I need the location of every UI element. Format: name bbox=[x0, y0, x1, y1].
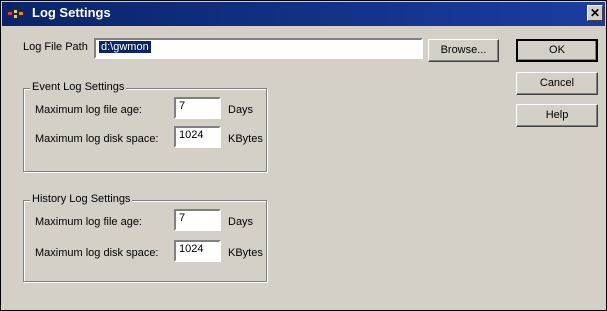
history-max-age-input[interactable]: 7 bbox=[174, 209, 221, 231]
log-file-path-label: Log File Path bbox=[23, 41, 88, 53]
window-title: Log Settings bbox=[32, 5, 111, 20]
event-max-space-label: Maximum log disk space: bbox=[35, 133, 159, 145]
event-max-age-label: Maximum log file age: bbox=[35, 104, 142, 116]
help-button[interactable]: Help bbox=[516, 104, 598, 127]
event-max-space-input[interactable]: 1024 bbox=[174, 126, 221, 148]
history-max-space-label: Maximum log disk space: bbox=[35, 247, 159, 259]
event-max-age-input[interactable]: 7 bbox=[174, 97, 221, 119]
history-log-settings-title: History Log Settings bbox=[30, 193, 133, 205]
app-icon bbox=[8, 10, 23, 18]
title-bar[interactable]: Log Settings ✕ bbox=[2, 2, 605, 26]
event-log-settings-title: Event Log Settings bbox=[30, 81, 127, 93]
browse-button[interactable]: Browse... bbox=[428, 39, 499, 62]
log-file-path-value: d:\gwmon bbox=[99, 41, 151, 53]
history-max-space-unit: KBytes bbox=[228, 247, 263, 259]
event-max-age-unit: Days bbox=[228, 104, 254, 116]
log-settings-dialog: Log Settings ✕ Log File Path d:\gwmon Br… bbox=[0, 0, 607, 311]
log-file-path-input[interactable]: d:\gwmon bbox=[94, 38, 423, 59]
event-max-space-unit: KBytes bbox=[228, 133, 263, 145]
history-log-settings-group: History Log Settings bbox=[23, 193, 267, 282]
close-icon[interactable]: ✕ bbox=[587, 5, 603, 21]
ok-button[interactable]: OK bbox=[516, 39, 598, 62]
history-max-age-unit: Days bbox=[228, 216, 254, 228]
event-log-settings-group: Event Log Settings bbox=[23, 81, 267, 172]
history-max-age-label: Maximum log file age: bbox=[35, 216, 142, 228]
history-max-space-input[interactable]: 1024 bbox=[174, 240, 221, 262]
cancel-button[interactable]: Cancel bbox=[516, 72, 598, 95]
